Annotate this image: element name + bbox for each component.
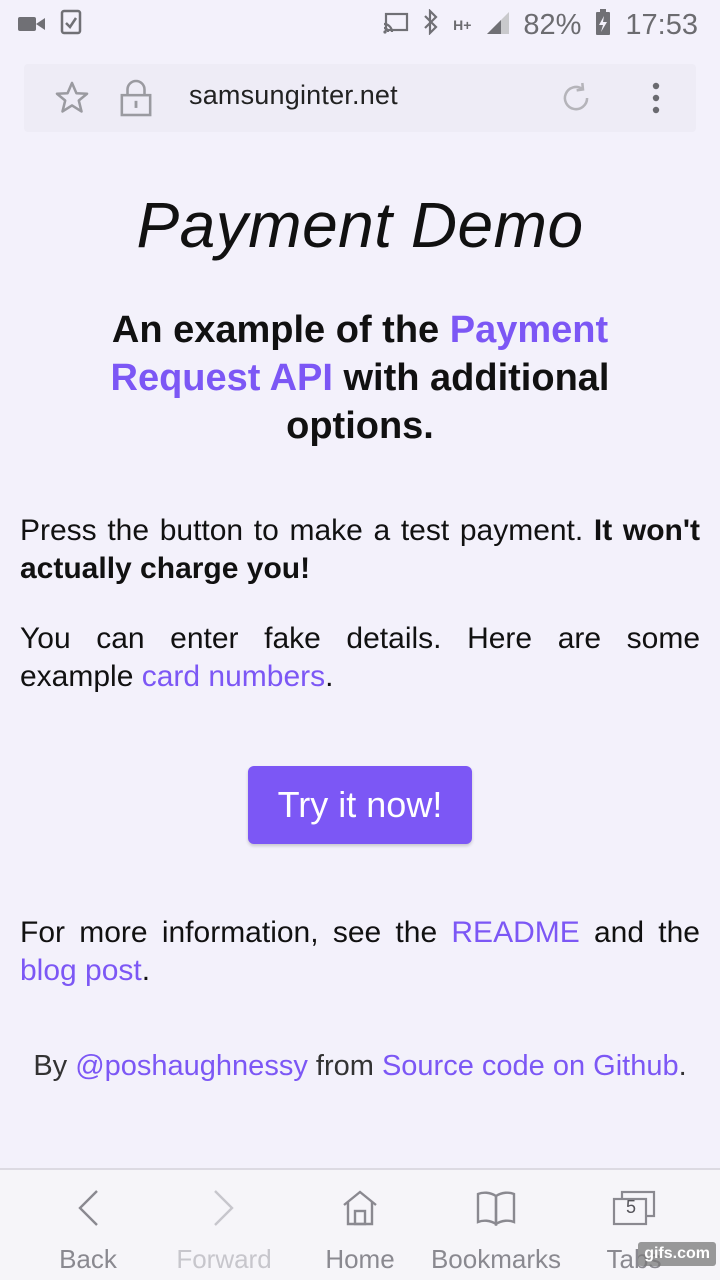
nav-back[interactable]: Back [40,1170,136,1280]
book-open-icon [476,1188,516,1228]
bluetooth-icon [423,7,439,42]
more-options-icon[interactable] [636,78,676,118]
chevron-left-icon [77,1188,99,1228]
nav-forward[interactable]: Forward [168,1170,280,1280]
try-it-now-button[interactable]: Try it now! [248,766,472,844]
more-info-text: For more information, see the [20,916,452,949]
url-text[interactable]: samsunginter.net [189,80,398,111]
intro-paragraph: Press the button to make a test payment.… [20,512,700,588]
chevron-right-icon [213,1188,235,1228]
tab-count: 5 [626,1197,637,1217]
tablet-check-icon [60,9,82,42]
status-bar: H+ 82% 17:53 [0,0,720,50]
fake-details-text: You can enter fake details. Here are som… [20,622,700,693]
cast-icon [383,9,409,41]
page-title: Payment Demo [136,189,584,261]
more-info-mid: and the [579,916,700,949]
nav-home[interactable]: Home [316,1170,404,1280]
footer-from: from [307,1050,382,1082]
battery-icon [595,8,611,42]
nav-forward-label: Forward [176,1244,272,1274]
screen: H+ 82% 17:53 samsunginter.net Payment De… [0,0,720,1280]
bottom-navigation: Back Forward Home Bookmarks 5 Tabs gifs.… [0,1168,720,1280]
gifs-watermark: gifs.com [638,1242,716,1266]
battery-percent: 82% [523,8,582,41]
subtitle-text-1: An example of the [111,309,450,351]
period: . [678,1050,687,1082]
video-camera-icon [18,9,46,41]
subtitle-text-2: with additional options. [286,357,610,447]
author-link[interactable]: @poshaughnessy [75,1050,308,1082]
clock: 17:53 [625,8,698,41]
nav-bookmarks[interactable]: Bookmarks [424,1170,568,1280]
star-icon[interactable] [52,78,92,118]
more-info-paragraph: For more information, see the README and… [20,914,700,990]
nav-back-label: Back [59,1244,117,1274]
intro-text: Press the button to make a test payment. [20,514,594,547]
page-subtitle: An example of the Payment Request API wi… [60,306,660,450]
fake-details-paragraph: You can enter fake details. Here are som… [20,620,700,696]
nav-bookmarks-label: Bookmarks [430,1244,562,1274]
footer-by: By [33,1050,76,1082]
nav-home-label: Home [325,1244,395,1274]
card-numbers-link[interactable]: card numbers [142,660,325,693]
url-bar[interactable]: samsunginter.net [24,64,696,132]
readme-link[interactable]: README [451,916,579,949]
source-code-link[interactable]: Source code on Github [382,1050,679,1082]
reload-icon[interactable] [556,78,596,118]
tabs-icon: 5 [612,1188,656,1228]
blog-post-link[interactable]: blog post [20,954,142,987]
network-type: H+ [453,17,472,33]
page-footer: By @poshaughnessy from Source code on Gi… [0,1050,720,1083]
signal-icon [485,9,510,41]
period: . [325,660,334,693]
lock-icon [116,78,156,118]
home-icon [341,1188,379,1228]
period: . [141,954,151,987]
